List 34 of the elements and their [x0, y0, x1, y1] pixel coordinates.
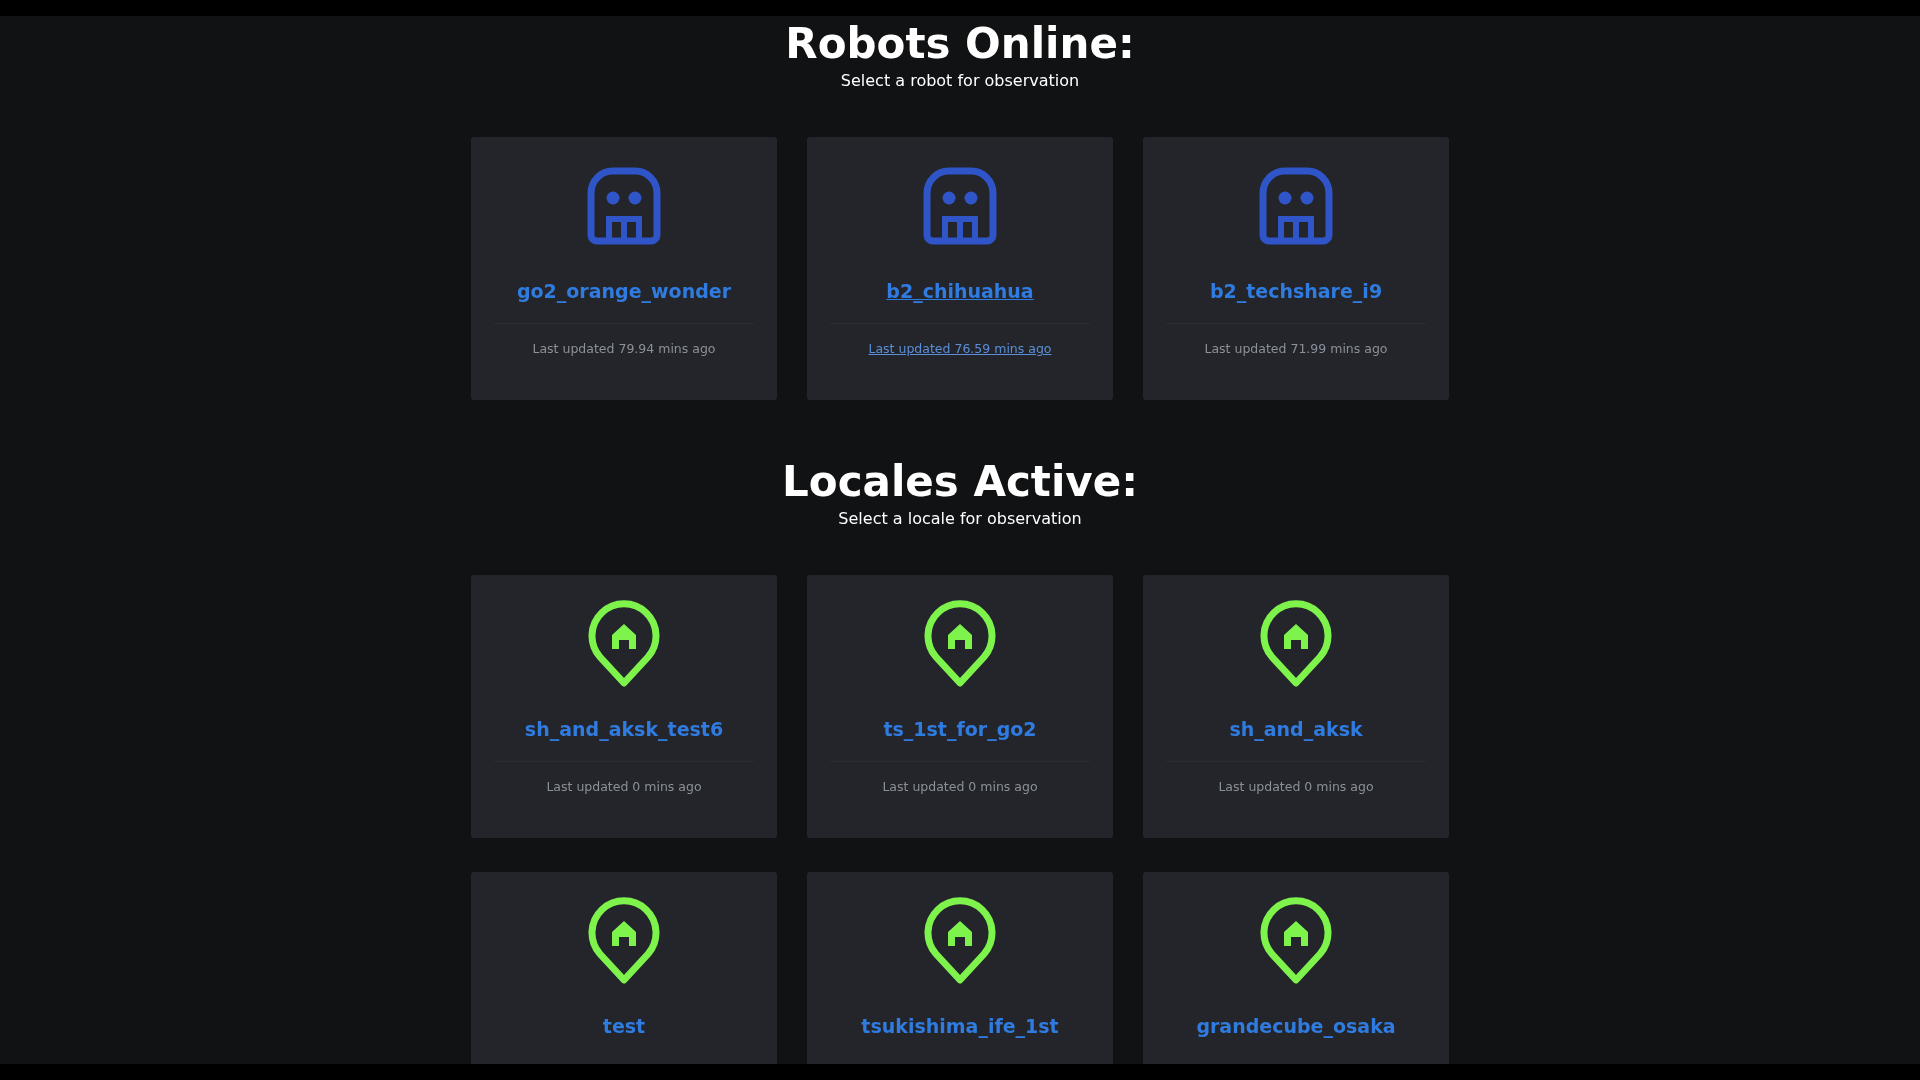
section-title: Robots Online: [785, 18, 1135, 70]
location-pin-icon [588, 600, 660, 688]
section-title: Locales Active: [782, 456, 1138, 508]
locale-card[interactable]: grandecube_osaka [1143, 872, 1449, 1064]
robot-card[interactable]: go2_orange_wonder Last updated 79.94 mins ago [471, 137, 777, 400]
locale-card[interactable]: sh_and_aksk Last updated 0 mins ago [1143, 575, 1449, 838]
location-pin-icon [1260, 897, 1332, 985]
locale-name-link[interactable]: tsukishima_ife_1st [861, 1014, 1059, 1038]
last-updated-text: Last updated 76.59 mins ago [868, 341, 1052, 357]
locale-name-link[interactable]: test [602, 1014, 646, 1038]
last-updated-text: Last updated 71.99 mins ago [1204, 341, 1388, 357]
location-pin-icon [588, 897, 660, 985]
locale-name-link[interactable]: grandecube_osaka [1196, 1014, 1396, 1038]
location-pin-icon [1260, 600, 1332, 688]
locale-name-link[interactable]: sh_and_aksk_test6 [524, 717, 724, 741]
robot-card[interactable]: b2_techshare_i9 Last updated 71.99 mins ago [1143, 137, 1449, 400]
robot-card[interactable]: b2_chihuahua Last updated 76.59 mins ago [807, 137, 1113, 400]
locale-card[interactable]: sh_and_aksk_test6 Last updated 0 mins ago [471, 575, 777, 838]
locale-card[interactable]: tsukishima_ife_1st [807, 872, 1113, 1064]
robot-name-link[interactable]: b2_techshare_i9 [1209, 279, 1383, 303]
section-subtitle: Select a robot for observation [840, 71, 1080, 91]
locale-card[interactable]: test [471, 872, 777, 1064]
last-updated-text: Last updated 0 mins ago [882, 779, 1038, 795]
robot-name-link[interactable]: b2_chihuahua [886, 279, 1034, 303]
robot-name-link[interactable]: go2_orange_wonder [516, 279, 732, 303]
last-updated-text: Last updated 79.94 mins ago [532, 341, 716, 357]
location-pin-icon [924, 600, 996, 688]
locale-name-link[interactable]: ts_1st_for_go2 [883, 717, 1037, 741]
locale-card[interactable]: ts_1st_for_go2 Last updated 0 mins ago [807, 575, 1113, 838]
last-updated-text: Last updated 0 mins ago [546, 779, 702, 795]
last-updated-text: Last updated 0 mins ago [1218, 779, 1374, 795]
section-subtitle: Select a locale for observation [838, 509, 1082, 529]
locale-name-link[interactable]: sh_and_aksk [1229, 717, 1363, 741]
location-pin-icon [924, 897, 996, 985]
